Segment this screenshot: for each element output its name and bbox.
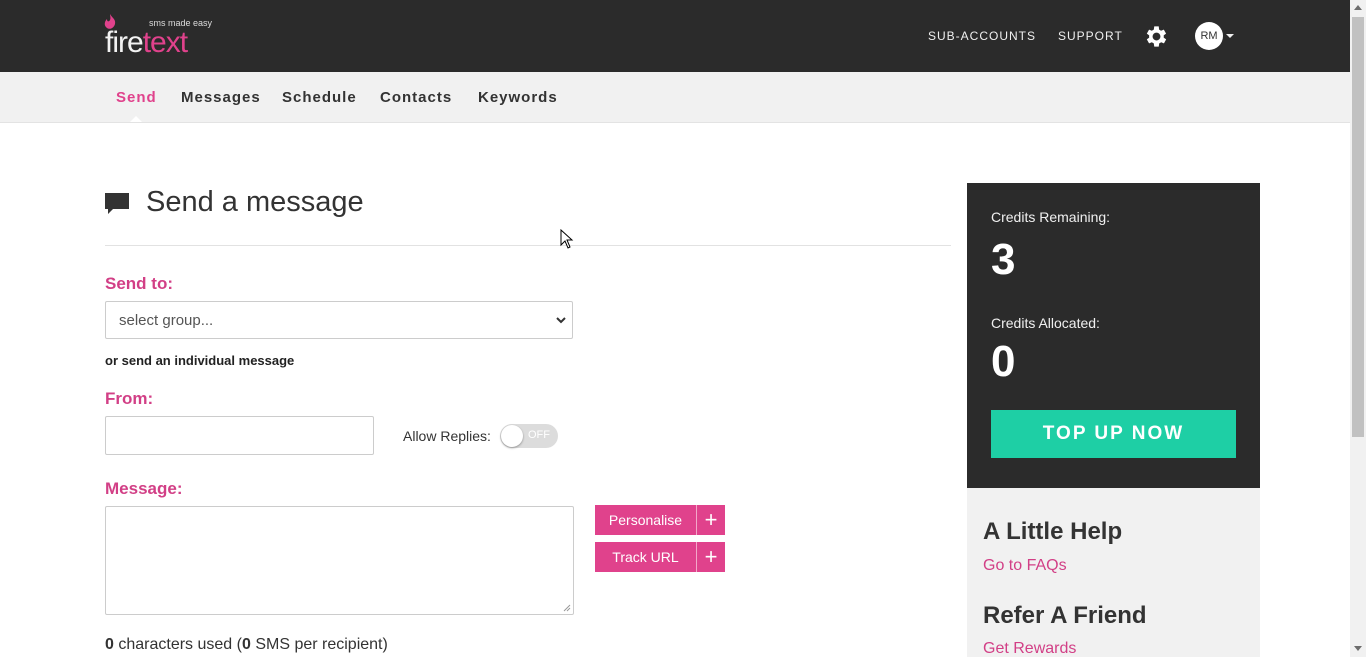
credits-allocated-value: 0	[991, 337, 1016, 386]
faqs-link[interactable]: Go to FAQs	[983, 557, 1067, 575]
character-counter: 0 characters used (0 SMS per recipient)	[105, 636, 388, 654]
credits-remaining-value: 3	[991, 235, 1016, 284]
scrollbar-thumb[interactable]	[1352, 17, 1364, 437]
tab-messages[interactable]: Messages	[181, 89, 261, 106]
tab-send[interactable]: Send	[116, 89, 157, 106]
logo-wordmark: firetext	[105, 26, 188, 60]
from-label: From:	[105, 389, 154, 408]
help-panel: A Little Help Go to FAQs Refer A Friend …	[967, 488, 1260, 657]
top-up-button[interactable]: TOP UP NOW	[991, 410, 1236, 458]
personalise-plus-button[interactable]: +	[696, 505, 725, 535]
gear-icon[interactable]	[1143, 23, 1170, 50]
chevron-down-icon[interactable]	[1226, 34, 1234, 38]
allow-replies-toggle[interactable]: OFF	[500, 424, 558, 448]
sub-accounts-link[interactable]: SUB-ACCOUNTS	[928, 29, 1036, 43]
logo-text-text: text	[142, 26, 188, 59]
sms-count: 0	[241, 636, 251, 653]
from-field[interactable]	[105, 416, 374, 455]
send-to-label: Send to:	[105, 274, 173, 293]
tab-keywords[interactable]: Keywords	[478, 89, 558, 106]
scroll-down-icon[interactable]	[1354, 646, 1362, 651]
sub-navigation: Send Messages Schedule Contacts Keywords	[0, 72, 1350, 123]
refer-heading: Refer A Friend	[983, 602, 1147, 629]
page-scrollbar[interactable]	[1350, 0, 1366, 657]
firetext-logo[interactable]: sms made easy firetext	[103, 14, 223, 60]
track-url-plus-button[interactable]: +	[696, 542, 725, 572]
logo-fire-text: fire	[105, 26, 144, 59]
toggle-knob	[501, 425, 523, 447]
group-select-value: select group...	[119, 312, 214, 329]
chars-count: 0	[105, 636, 114, 653]
credits-remaining-label: Credits Remaining:	[991, 209, 1111, 225]
avatar[interactable]: RM	[1195, 22, 1223, 50]
rewards-link[interactable]: Get Rewards	[983, 640, 1076, 658]
group-select[interactable]: select group...	[105, 301, 573, 339]
page-title: Send a message	[146, 186, 364, 218]
message-label: Message:	[105, 479, 183, 498]
track-url-button[interactable]: Track URL	[595, 542, 696, 572]
support-link[interactable]: SUPPORT	[1058, 29, 1123, 43]
toggle-state: OFF	[528, 429, 550, 441]
resize-handle-icon[interactable]	[563, 604, 571, 612]
tab-schedule[interactable]: Schedule	[282, 89, 357, 106]
sms-text: SMS per recipient)	[250, 636, 388, 653]
personalise-button[interactable]: Personalise	[595, 505, 696, 535]
allow-replies-label: Allow Replies:	[403, 428, 491, 444]
chars-text: characters used (	[113, 636, 242, 653]
credits-allocated-label: Credits Allocated:	[991, 315, 1100, 331]
tab-contacts[interactable]: Contacts	[380, 89, 452, 106]
speech-bubble-icon	[105, 193, 129, 214]
help-heading: A Little Help	[983, 518, 1123, 545]
title-divider	[105, 245, 951, 246]
mouse-cursor-icon	[560, 229, 574, 249]
individual-message-link[interactable]: or send an individual message	[105, 353, 294, 368]
active-tab-indicator	[130, 116, 142, 122]
message-textarea[interactable]	[105, 506, 574, 615]
top-header: sms made easy firetext SUB-ACCOUNTS SUPP…	[0, 0, 1350, 72]
chevron-down-icon	[556, 317, 566, 324]
scroll-up-icon[interactable]	[1354, 5, 1362, 10]
credits-panel: Credits Remaining: 3 Credits Allocated: …	[967, 183, 1260, 488]
